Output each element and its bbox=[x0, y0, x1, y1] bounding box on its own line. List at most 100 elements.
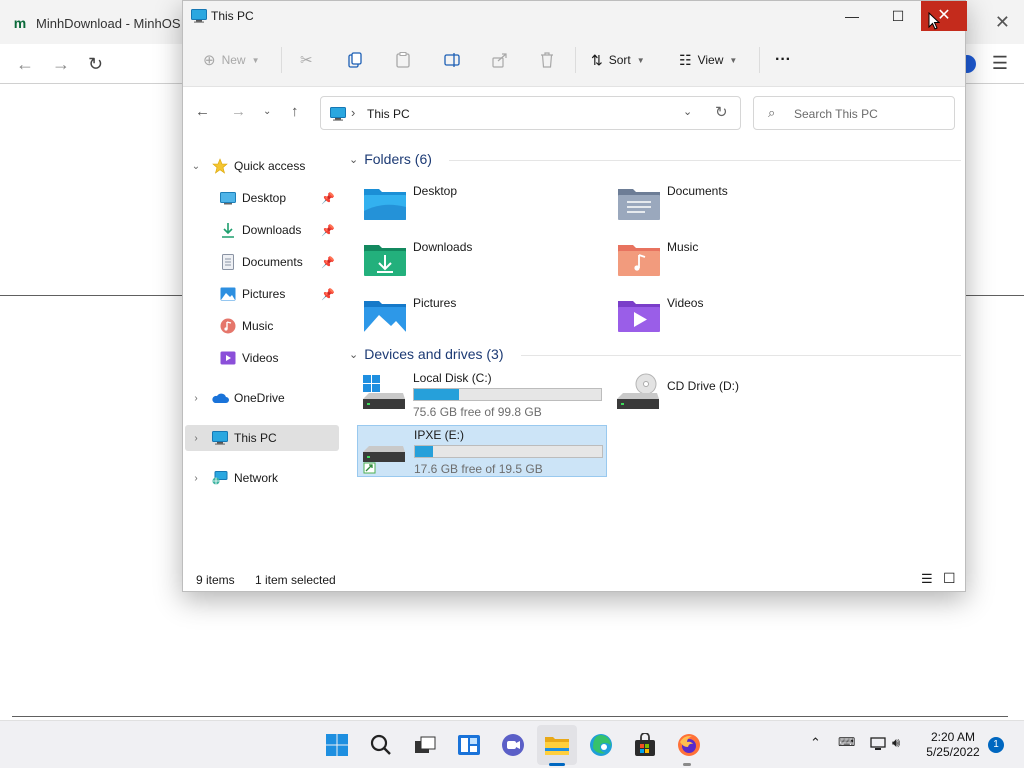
folder-downloads[interactable]: Downloads bbox=[359, 233, 609, 283]
nav-item-quick-access[interactable]: ⌄ Quick access bbox=[189, 153, 345, 179]
show-hidden-icons-chevron-icon[interactable]: ⌃ bbox=[810, 735, 821, 751]
back-icon[interactable]: ← bbox=[195, 103, 210, 120]
browser-back-icon[interactable]: ← bbox=[16, 54, 34, 75]
clock-time: 2:20 AM bbox=[930, 730, 976, 744]
recent-locations-chevron-icon[interactable]: ⌄ bbox=[263, 106, 271, 117]
nav-item-desktop[interactable]: Desktop 📌 bbox=[219, 185, 339, 211]
details-view-icon[interactable]: ☰ bbox=[921, 571, 933, 587]
status-bar: 9 items 1 item selected ☰ ☐ bbox=[183, 569, 965, 591]
collapse-chevron-icon[interactable]: ⌄ bbox=[349, 348, 358, 361]
drive-d[interactable]: CD Drive (D:) bbox=[611, 369, 861, 421]
expand-chevron-down-icon[interactable]: ⌄ bbox=[189, 161, 203, 172]
nav-item-videos[interactable]: Videos bbox=[219, 345, 339, 371]
nav-item-pictures[interactable]: Pictures 📌 bbox=[219, 281, 339, 307]
new-button-label: New bbox=[221, 53, 246, 67]
forward-icon[interactable]: → bbox=[231, 103, 246, 120]
nav-item-label: Network bbox=[234, 471, 279, 485]
nav-item-network[interactable]: › Network bbox=[189, 465, 345, 491]
minimize-button[interactable]: — bbox=[829, 1, 875, 31]
paste-button[interactable] bbox=[396, 50, 410, 70]
browser-tab[interactable]: m MinhDownload - MinhOS 11 bbox=[6, 6, 206, 40]
music-icon bbox=[219, 317, 237, 335]
refresh-icon[interactable]: ↻ bbox=[715, 103, 728, 121]
nav-item-documents[interactable]: Documents 📌 bbox=[219, 249, 339, 275]
item-count: 9 items bbox=[196, 573, 235, 587]
download-arrow-icon bbox=[219, 221, 237, 239]
new-button[interactable]: ⊕ New ▼ bbox=[203, 50, 260, 70]
nav-item-downloads[interactable]: Downloads 📌 bbox=[219, 217, 339, 243]
search-input[interactable]: ⌕ Search This PC bbox=[753, 96, 955, 130]
search-icon bbox=[370, 734, 391, 755]
clock[interactable]: 2:20 AM 5/25/2022 bbox=[918, 730, 988, 760]
widgets-button[interactable] bbox=[455, 731, 483, 759]
rename-button[interactable] bbox=[444, 50, 462, 70]
up-arrow-icon[interactable]: ↑ bbox=[291, 103, 299, 120]
folder-documents[interactable]: Documents bbox=[613, 177, 863, 227]
drive-free-space: 17.6 GB free of 19.5 GB bbox=[414, 462, 543, 476]
share-button[interactable] bbox=[492, 50, 508, 70]
nav-item-onedrive[interactable]: › OneDrive bbox=[189, 385, 345, 411]
this-pc-icon bbox=[330, 107, 346, 121]
more-options-button[interactable]: ··· bbox=[775, 50, 791, 70]
folder-name: Documents bbox=[667, 184, 728, 198]
title-bar[interactable]: This PC — ☐ ✕ bbox=[183, 1, 967, 33]
task-view-button[interactable] bbox=[411, 731, 439, 759]
search-placeholder: Search This PC bbox=[794, 107, 878, 121]
collapse-chevron-icon[interactable]: ⌄ bbox=[349, 153, 358, 166]
folder-pictures[interactable]: Pictures bbox=[359, 289, 609, 339]
group-title: Folders (6) bbox=[364, 151, 432, 167]
expand-chevron-right-icon[interactable]: › bbox=[189, 473, 203, 484]
page-divider bbox=[12, 716, 1008, 717]
firefox-button[interactable] bbox=[675, 731, 703, 759]
edge-button[interactable] bbox=[587, 731, 615, 759]
folder-music[interactable]: Music bbox=[613, 233, 863, 283]
drives-group-header[interactable]: ⌄ Devices and drives (3) bbox=[349, 346, 504, 362]
breadcrumb-chevron-icon[interactable]: › bbox=[351, 105, 355, 120]
expand-chevron-right-icon[interactable]: › bbox=[189, 433, 203, 444]
folders-group-header[interactable]: ⌄ Folders (6) bbox=[349, 151, 432, 167]
drive-name: CD Drive (D:) bbox=[667, 379, 739, 393]
browser-menu-icon[interactable]: ☰ bbox=[992, 53, 1008, 74]
folder-videos[interactable]: Videos bbox=[613, 289, 863, 339]
store-button[interactable] bbox=[631, 731, 659, 759]
browser-reload-icon[interactable]: ↻ bbox=[88, 54, 103, 75]
chat-button[interactable] bbox=[499, 731, 527, 759]
browser-forward-icon[interactable]: → bbox=[52, 54, 70, 75]
sort-button[interactable]: ⇅ Sort ▼ bbox=[591, 50, 645, 70]
nav-item-label: Desktop bbox=[242, 191, 287, 205]
cut-button[interactable]: ✂ bbox=[300, 50, 313, 70]
nav-item-music[interactable]: Music bbox=[219, 313, 339, 339]
drive-c[interactable]: Local Disk (C:) 75.6 GB free of 99.8 GB bbox=[357, 369, 607, 421]
folder-desktop[interactable]: Desktop bbox=[359, 177, 609, 227]
breadcrumb[interactable]: This PC bbox=[367, 107, 410, 121]
network-status-icon[interactable] bbox=[870, 737, 886, 751]
keyboard-icon[interactable]: ⌨ bbox=[838, 735, 855, 749]
volume-icon[interactable]: 🔊︎ bbox=[892, 735, 900, 751]
copy-button[interactable] bbox=[348, 50, 362, 70]
drive-usage-fill bbox=[415, 446, 434, 457]
site-favicon-icon: m bbox=[13, 15, 27, 31]
address-history-chevron-icon[interactable]: ⌄ bbox=[683, 105, 692, 118]
view-button-label: View bbox=[697, 53, 724, 67]
downloads-folder-icon bbox=[364, 245, 406, 276]
drive-e[interactable]: IPXE (E:) 17.6 GB free of 19.5 GB bbox=[357, 425, 607, 477]
view-button[interactable]: ☷ View ▼ bbox=[679, 50, 737, 70]
notification-badge[interactable]: 1 bbox=[988, 737, 1004, 753]
nav-item-label: Videos bbox=[242, 351, 279, 365]
search-button[interactable] bbox=[367, 731, 395, 759]
file-explorer-icon bbox=[545, 737, 569, 755]
maximize-button[interactable]: ☐ bbox=[875, 1, 921, 31]
expand-chevron-right-icon[interactable]: › bbox=[189, 393, 203, 404]
address-bar[interactable]: › This PC ⌄ ↻ bbox=[320, 96, 741, 130]
file-explorer-taskbar-button[interactable] bbox=[543, 731, 571, 759]
group-divider bbox=[521, 355, 961, 356]
pin-icon: 📌 bbox=[321, 256, 335, 269]
nav-item-this-pc[interactable]: › This PC bbox=[185, 425, 339, 451]
start-button[interactable] bbox=[323, 731, 351, 759]
browser-close-icon[interactable]: ✕ bbox=[995, 12, 1010, 33]
tiles-view-icon[interactable]: ☐ bbox=[943, 570, 956, 587]
navigation-pane: ⌄ Quick access Desktop 📌 Downloads 📌 Doc… bbox=[183, 139, 343, 559]
delete-button[interactable] bbox=[540, 50, 554, 70]
command-separator bbox=[575, 47, 576, 73]
rename-icon bbox=[444, 53, 460, 67]
